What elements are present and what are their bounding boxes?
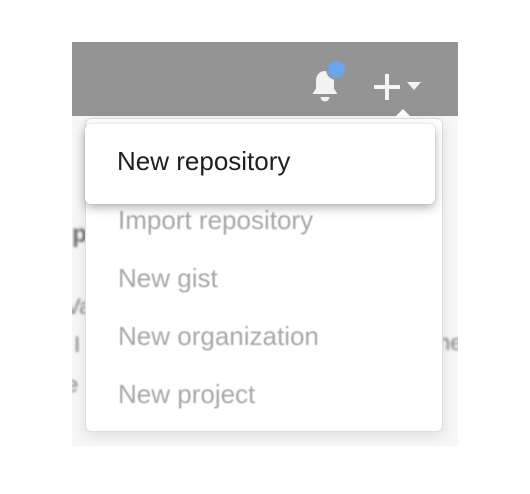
- menu-item-import-repository[interactable]: Import repository: [118, 205, 313, 236]
- caret-down-icon: [407, 82, 421, 90]
- menu-item-new-repository[interactable]: New repository: [85, 124, 435, 204]
- menu-item-new-gist[interactable]: New gist: [118, 263, 218, 294]
- background-text: e: [72, 372, 79, 397]
- menu-item-new-project[interactable]: New project: [118, 379, 255, 410]
- menu-item-label: New repository: [117, 146, 291, 176]
- background-text: I: [74, 332, 81, 357]
- unread-indicator: [326, 59, 347, 80]
- plus-icon: [374, 74, 400, 100]
- create-new-dropdown[interactable]: [374, 72, 430, 102]
- menu-item-new-organization[interactable]: New organization: [118, 321, 319, 352]
